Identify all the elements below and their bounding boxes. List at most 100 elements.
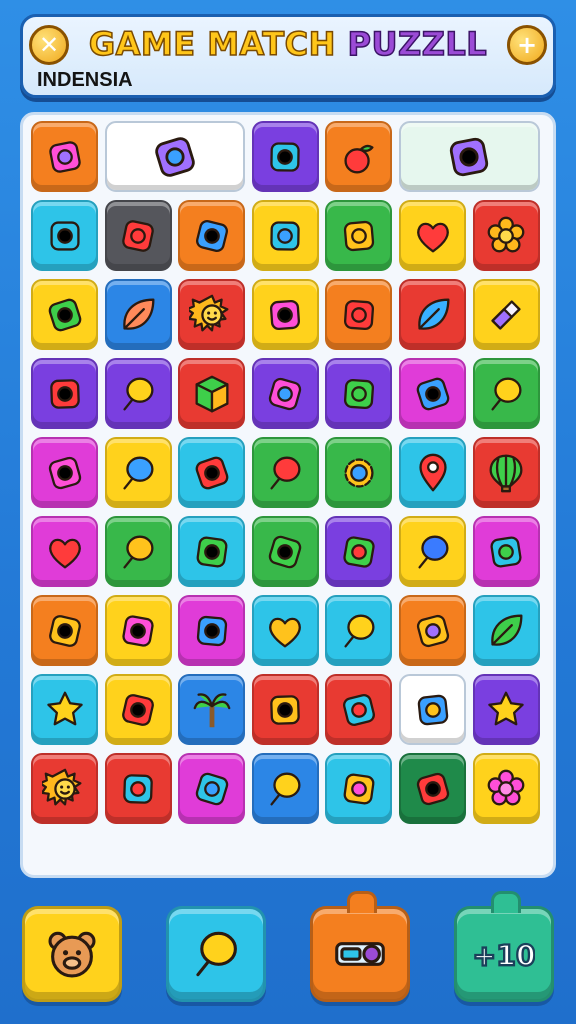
rocket-icon: [189, 213, 235, 259]
hanger-tab: [347, 891, 377, 913]
tile-r7-c7[interactable]: [472, 595, 540, 666]
tile-r6-c2[interactable]: [104, 516, 172, 587]
add-moves-button[interactable]: +10: [454, 891, 554, 1002]
tile-r3-c6[interactable]: [399, 279, 466, 350]
tile-r9-c2[interactable]: [104, 753, 172, 824]
shuffle-button[interactable]: [310, 891, 410, 1002]
tile-r2-c3[interactable]: [178, 200, 246, 271]
magnifier-icon: [410, 529, 456, 575]
tile-r4-c7[interactable]: [472, 358, 540, 429]
hint-button[interactable]: [166, 906, 266, 1002]
toggle-icon: [329, 923, 391, 985]
tile-r4-c2[interactable]: [104, 358, 172, 429]
virus-icon: [189, 450, 235, 496]
tile-r8-c4[interactable]: [251, 674, 319, 745]
tile-r5-c7[interactable]: [472, 437, 540, 508]
tile-r8-c5[interactable]: [325, 674, 393, 745]
heart-icon: [262, 608, 308, 654]
add-button[interactable]: +: [507, 25, 547, 65]
bottles-icon: [441, 129, 497, 185]
tile-r4-c5[interactable]: [325, 358, 393, 429]
tile-r5-c1[interactable]: [31, 437, 98, 508]
ladybug-icon: [42, 213, 88, 259]
tile-r7-c2[interactable]: [104, 595, 172, 666]
glue-icon: [42, 134, 88, 180]
tile-r7-c1[interactable]: [31, 595, 98, 666]
apple-icon: [336, 134, 382, 180]
tile-r5-c5[interactable]: [325, 437, 393, 508]
tile-r9-c4[interactable]: [251, 753, 319, 824]
cube-icon: [189, 371, 235, 417]
battery-icon: [42, 608, 88, 654]
tile-r8-c7[interactable]: [472, 674, 540, 745]
usb-icon: [410, 371, 456, 417]
tile-r9-c6[interactable]: [399, 753, 466, 824]
tile-r6-c4[interactable]: [251, 516, 319, 587]
tile-r1-c4[interactable]: [251, 121, 319, 192]
tile-r9-c5[interactable]: [325, 753, 393, 824]
tile-r4-c3[interactable]: [178, 358, 246, 429]
tile-r6-c5[interactable]: [325, 516, 393, 587]
tile-r7-c5[interactable]: [325, 595, 393, 666]
bear-icon: [41, 923, 103, 985]
paddle-icon: [483, 371, 529, 417]
tile-r1-c6[interactable]: [399, 121, 540, 192]
tile-r8-c6[interactable]: [399, 674, 466, 745]
tile-r5-c2[interactable]: [104, 437, 172, 508]
tile-r4-c4[interactable]: [251, 358, 319, 429]
tile-r3-c3[interactable]: [178, 279, 246, 350]
bear-button[interactable]: [22, 906, 122, 1002]
tile-r3-c7[interactable]: [472, 279, 540, 350]
palm-tree-icon: [189, 687, 235, 733]
bag-icon: [336, 529, 382, 575]
tile-r4-c1[interactable]: [31, 358, 98, 429]
eraser-icon: [483, 292, 529, 338]
feather-icon: [410, 292, 456, 338]
tile-r7-c6[interactable]: [399, 595, 466, 666]
tile-r2-c6[interactable]: [399, 200, 466, 271]
tile-r9-c7[interactable]: [472, 753, 540, 824]
gear-icon: [336, 450, 382, 496]
tile-r5-c4[interactable]: [251, 437, 319, 508]
tile-r1-c2[interactable]: [104, 121, 246, 192]
tile-r6-c1[interactable]: [31, 516, 98, 587]
tile-r3-c2[interactable]: [104, 279, 172, 350]
tile-r9-c1[interactable]: [31, 753, 98, 824]
close-button[interactable]: ✕: [29, 25, 69, 65]
tile-r1-c5[interactable]: [325, 121, 393, 192]
tile-r2-c7[interactable]: [472, 200, 540, 271]
tile-r2-c5[interactable]: [325, 200, 393, 271]
svg-text:+10: +10: [473, 940, 535, 973]
map-pin-icon: [410, 450, 456, 496]
tile-r9-c3[interactable]: [178, 753, 246, 824]
title-word-3: PUZZLL: [347, 24, 488, 64]
tile-r3-c1[interactable]: [31, 279, 98, 350]
tile-r2-c2[interactable]: [104, 200, 172, 271]
crossed-tools-icon: [115, 687, 161, 733]
plus-icon: +: [516, 31, 538, 59]
star-icon: [42, 687, 88, 733]
tile-r2-c4[interactable]: [251, 200, 319, 271]
tile-r8-c2[interactable]: [104, 674, 172, 745]
tile-r6-c3[interactable]: [178, 516, 246, 587]
tile-r6-c7[interactable]: [472, 516, 540, 587]
tile-r5-c3[interactable]: [178, 437, 246, 508]
tile-r3-c5[interactable]: [325, 279, 393, 350]
tile-r7-c3[interactable]: [178, 595, 246, 666]
bear-heart-icon: [42, 529, 88, 575]
game-board: [20, 112, 556, 878]
tile-r8-c3[interactable]: [178, 674, 246, 745]
hot-air-balloon-icon: [483, 450, 529, 496]
sticky-note-icon: [262, 292, 308, 338]
tile-r8-c1[interactable]: [31, 674, 98, 745]
tile-r2-c1[interactable]: [31, 200, 98, 271]
tile-r7-c4[interactable]: [251, 595, 319, 666]
tile-r1-c1[interactable]: [31, 121, 98, 192]
heart-apple-icon: [410, 213, 456, 259]
tile-r5-c6[interactable]: [399, 437, 466, 508]
tile-r6-c6[interactable]: [399, 516, 466, 587]
glue-stick-icon: [336, 687, 382, 733]
lens-icon: [115, 213, 161, 259]
tile-r3-c4[interactable]: [251, 279, 319, 350]
tile-r4-c6[interactable]: [399, 358, 466, 429]
